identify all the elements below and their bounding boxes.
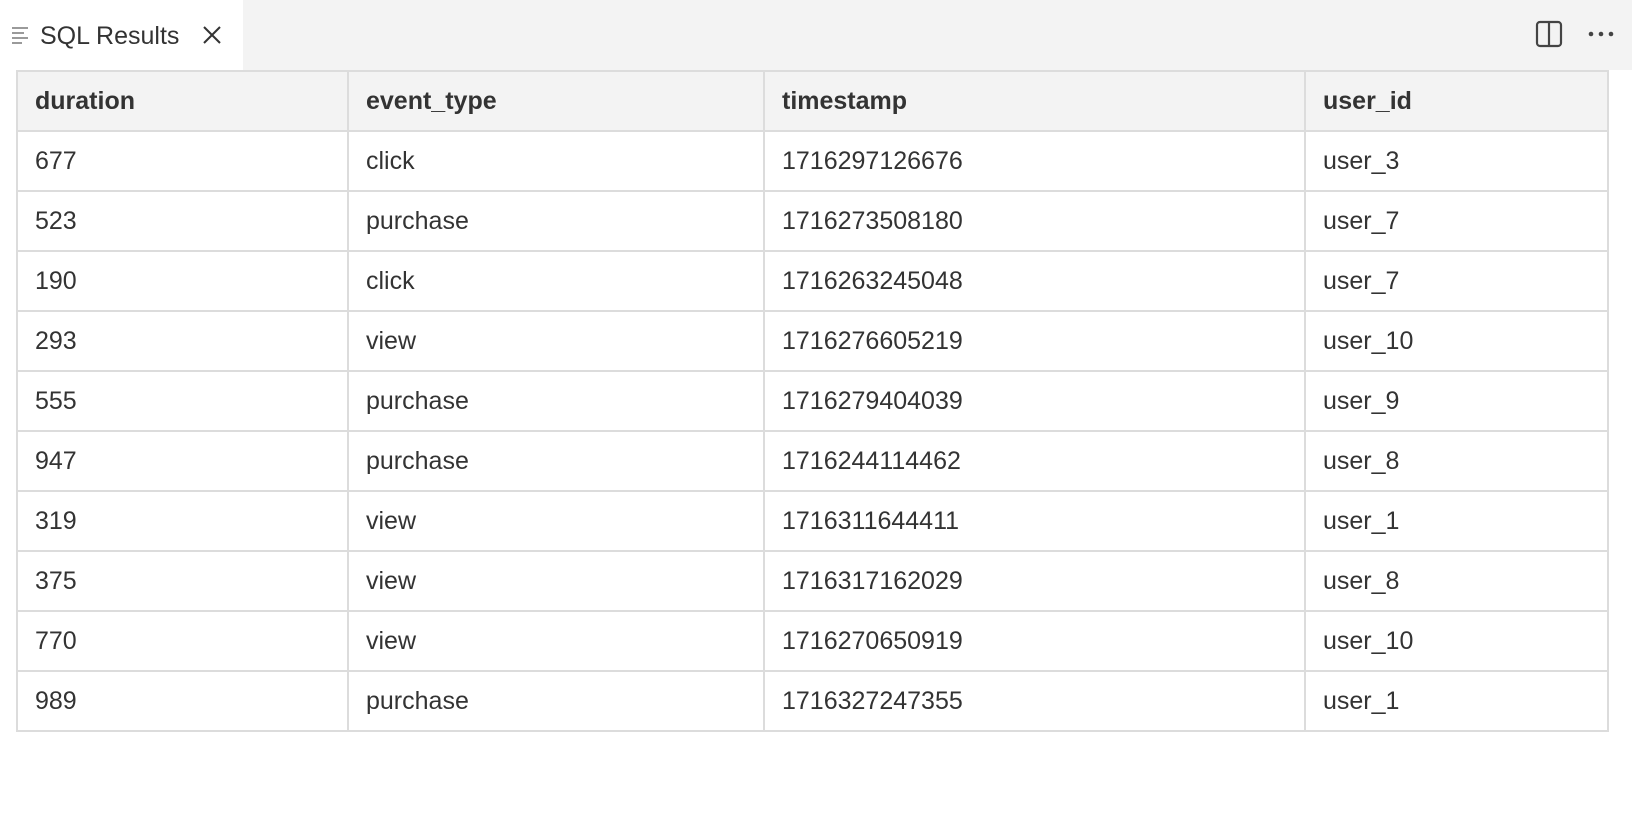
cell-event-type[interactable]: purchase — [347, 430, 765, 492]
editor-tab-bar: SQL Results — [0, 0, 1632, 70]
cell-timestamp[interactable]: 1716279404039 — [763, 370, 1306, 432]
table-row: 555 purchase 1716279404039 user_9 — [16, 370, 1609, 432]
table-row: 375 view 1716317162029 user_8 — [16, 550, 1609, 612]
cell-duration[interactable]: 375 — [16, 550, 349, 612]
cell-timestamp[interactable]: 1716270650919 — [763, 610, 1306, 672]
cell-user-id[interactable]: user_7 — [1304, 190, 1609, 252]
cell-event-type[interactable]: purchase — [347, 670, 765, 732]
cell-user-id[interactable]: user_8 — [1304, 550, 1609, 612]
cell-event-type[interactable]: purchase — [347, 370, 765, 432]
text-lines-icon — [12, 27, 28, 44]
cell-duration[interactable]: 319 — [16, 490, 349, 552]
column-header-user-id[interactable]: user_id — [1304, 70, 1609, 132]
table-row: 319 view 1716311644411 user_1 — [16, 490, 1609, 552]
results-table: duration event_type timestamp user_id 67… — [16, 70, 1609, 732]
table-row: 770 view 1716270650919 user_10 — [16, 610, 1609, 672]
table-row: 947 purchase 1716244114462 user_8 — [16, 430, 1609, 492]
cell-user-id[interactable]: user_8 — [1304, 430, 1609, 492]
cell-duration[interactable]: 293 — [16, 310, 349, 372]
cell-user-id[interactable]: user_9 — [1304, 370, 1609, 432]
table-row: 523 purchase 1716273508180 user_7 — [16, 190, 1609, 252]
cell-duration[interactable]: 523 — [16, 190, 349, 252]
split-editor-icon[interactable] — [1535, 20, 1563, 48]
cell-event-type[interactable]: click — [347, 130, 765, 192]
cell-duration[interactable]: 989 — [16, 670, 349, 732]
cell-timestamp[interactable]: 1716327247355 — [763, 670, 1306, 732]
table-row: 293 view 1716276605219 user_10 — [16, 310, 1609, 372]
more-actions-icon[interactable] — [1586, 20, 1616, 48]
cell-event-type[interactable]: view — [347, 550, 765, 612]
cell-user-id[interactable]: user_1 — [1304, 670, 1609, 732]
cell-user-id[interactable]: user_1 — [1304, 490, 1609, 552]
cell-timestamp[interactable]: 1716317162029 — [763, 550, 1306, 612]
table-row: 677 click 1716297126676 user_3 — [16, 130, 1609, 192]
cell-duration[interactable]: 770 — [16, 610, 349, 672]
cell-duration[interactable]: 677 — [16, 130, 349, 192]
cell-duration[interactable]: 555 — [16, 370, 349, 432]
tab-label: SQL Results — [40, 22, 180, 50]
close-icon[interactable] — [201, 24, 223, 46]
cell-user-id[interactable]: user_7 — [1304, 250, 1609, 312]
cell-timestamp[interactable]: 1716244114462 — [763, 430, 1306, 492]
cell-user-id[interactable]: user_3 — [1304, 130, 1609, 192]
header-row: duration event_type timestamp user_id — [16, 70, 1609, 132]
cell-event-type[interactable]: view — [347, 310, 765, 372]
cell-event-type[interactable]: view — [347, 610, 765, 672]
cell-event-type[interactable]: click — [347, 250, 765, 312]
table-row: 190 click 1716263245048 user_7 — [16, 250, 1609, 312]
cell-user-id[interactable]: user_10 — [1304, 610, 1609, 672]
column-header-timestamp[interactable]: timestamp — [763, 70, 1306, 132]
column-header-duration[interactable]: duration — [16, 70, 349, 132]
cell-timestamp[interactable]: 1716273508180 — [763, 190, 1306, 252]
cell-timestamp[interactable]: 1716263245048 — [763, 250, 1306, 312]
cell-event-type[interactable]: view — [347, 490, 765, 552]
cell-event-type[interactable]: purchase — [347, 190, 765, 252]
cell-duration[interactable]: 190 — [16, 250, 349, 312]
cell-timestamp[interactable]: 1716297126676 — [763, 130, 1306, 192]
results-grid: duration event_type timestamp user_id 67… — [16, 70, 1609, 732]
table-row: 989 purchase 1716327247355 user_1 — [16, 670, 1609, 732]
cell-timestamp[interactable]: 1716311644411 — [763, 490, 1306, 552]
cell-duration[interactable]: 947 — [16, 430, 349, 492]
cell-user-id[interactable]: user_10 — [1304, 310, 1609, 372]
tab-sql-results[interactable]: SQL Results — [0, 0, 243, 70]
column-header-event-type[interactable]: event_type — [347, 70, 765, 132]
cell-timestamp[interactable]: 1716276605219 — [763, 310, 1306, 372]
